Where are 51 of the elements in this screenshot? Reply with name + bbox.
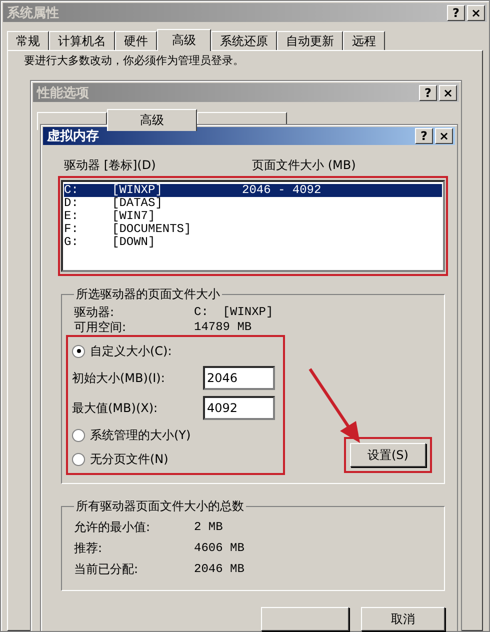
info-value: 2 MB	[194, 519, 223, 536]
close-button[interactable]: ×	[435, 128, 453, 144]
input-field[interactable]: 2046	[203, 366, 275, 390]
tab[interactable]: 自动更新	[277, 31, 343, 50]
info-label: 推荐:	[74, 540, 104, 557]
field-label: 初始大小(MB)(I):	[72, 370, 166, 386]
info-value: 2046 MB	[194, 561, 244, 578]
info-label: 可用空间:	[74, 320, 128, 335]
tab[interactable]: 远程	[343, 31, 385, 50]
help-button[interactable]: ?	[447, 4, 465, 20]
drive-row[interactable]: E: [WIN7]	[64, 210, 442, 223]
drive-list[interactable]: C: [WINXP] 2046 - 4092 D: [DATAS] E: [WIN7] F: [DOCUMENTS] G: [DOWN]	[61, 180, 445, 272]
radio-label: 系统管理的大小(Y)	[90, 426, 191, 444]
tab[interactable]: 高级	[157, 29, 211, 51]
close-button[interactable]: ×	[467, 4, 485, 20]
radio-button[interactable]	[72, 344, 85, 358]
radio-label: 自定义大小(C):	[90, 342, 172, 360]
window-title: 系统属性	[7, 4, 59, 22]
help-button[interactable]: ?	[415, 128, 433, 144]
notice-text: 要进行大多数改动，你必须作为管理员登录。	[24, 54, 245, 67]
info-label: 驱动器:	[74, 305, 116, 320]
field-label: 最大值(MB)(X):	[72, 400, 159, 416]
info-label: 当前已分配:	[74, 561, 140, 578]
set-button[interactable]: 设置(S)	[350, 443, 426, 467]
info-value: C: [WINXP]	[194, 305, 274, 320]
ok-button[interactable]	[261, 607, 349, 631]
group-title: 所选驱动器的页面文件大小	[75, 286, 221, 303]
info-label: 允许的最小值:	[74, 519, 152, 536]
input-field[interactable]: 4092	[203, 396, 275, 420]
window-title: 虚拟内存	[47, 128, 99, 145]
cancel-button[interactable]: 取消	[361, 607, 445, 631]
column-header: 页面文件大小 (MB)	[252, 157, 356, 174]
help-button[interactable]: ?	[419, 84, 437, 100]
radio-label: 无分页文件(N)	[90, 450, 168, 468]
drive-row[interactable]: F: [DOCUMENTS]	[64, 223, 442, 236]
tab[interactable]: 常规	[7, 31, 49, 50]
info-value: 4606 MB	[194, 540, 244, 557]
drive-row[interactable]: C: [WINXP] 2046 - 4092	[64, 184, 442, 197]
radio-button[interactable]	[72, 452, 85, 466]
radio-button[interactable]	[72, 428, 85, 442]
window-title: 性能选项	[37, 84, 89, 102]
tab[interactable]: 高级	[107, 109, 197, 131]
tab[interactable]: 计算机名	[49, 31, 115, 50]
tab[interactable]: 系统还原	[211, 31, 277, 50]
info-value: 14789 MB	[194, 320, 252, 335]
close-button[interactable]: ×	[439, 84, 457, 100]
drive-row[interactable]: G: [DOWN]	[64, 236, 442, 249]
column-header: 驱动器 [卷标](D)	[64, 157, 157, 174]
tab[interactable]: 硬件	[115, 31, 157, 50]
group-title: 所有驱动器页面文件大小的总数	[75, 498, 245, 515]
drive-row[interactable]: D: [DATAS]	[64, 197, 442, 210]
